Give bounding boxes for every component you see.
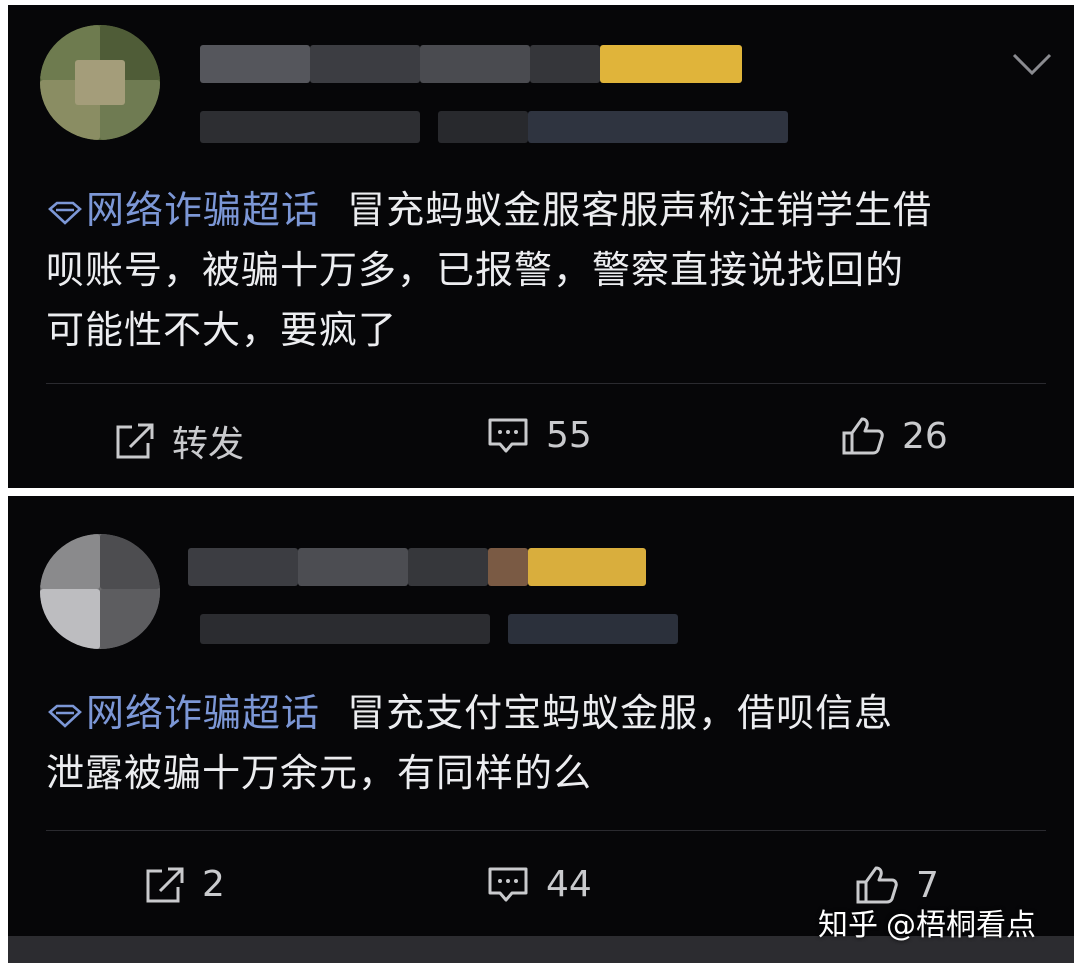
weibo-post-2: 网络诈骗超话 冒充支付宝蚂蚁金服，借呗信息 泄露被骗十万余元，有同样的么 2 4… [8,496,1074,936]
repost-button[interactable]: 转发 [112,415,244,467]
post-text-line: 泄露被骗十万余元，有同样的么 [46,751,593,795]
avatar[interactable] [40,534,160,649]
avatar[interactable] [40,25,160,140]
watermark-site: 知乎 [818,908,878,943]
comment-count: 55 [546,415,592,456]
post-text-line: 冒充支付宝蚂蚁金服，借呗信息 [347,691,894,735]
weibo-post-1: 网络诈骗超话 冒充蚂蚁金服客服声称注销学生借 呗账号，被骗十万多，已报警，警察直… [8,5,1074,488]
thumbs-up-icon [842,417,884,455]
comment-button[interactable]: 55 [486,415,592,456]
repost-count: 2 [202,864,225,905]
comment-count: 44 [546,864,592,905]
repost-label: 转发 [172,424,245,465]
post-content: 网络诈骗超话 冒充蚂蚁金服客服声称注销学生借 呗账号，被骗十万多，已报警，警察直… [46,180,1046,360]
watermark: 知乎 @梧桐看点 [818,900,1036,944]
post-content: 网络诈骗超话 冒充支付宝蚂蚁金服，借呗信息 泄露被骗十万余元，有同样的么 [46,683,1046,803]
watermark-handle: @梧桐看点 [886,908,1036,943]
comment-icon [488,418,528,452]
divider [46,383,1046,384]
divider [46,830,1046,831]
diamond-icon [48,704,82,728]
chevron-down-icon[interactable] [1010,49,1054,79]
diamond-icon [48,201,82,225]
comment-icon [488,867,528,901]
share-icon [116,423,154,459]
topic-label[interactable]: 网络诈骗超话 [86,691,320,735]
topic-link[interactable]: 网络诈骗超话 [46,691,320,735]
share-icon [146,867,184,902]
post-text-line: 呗账号，被骗十万多，已报警，警察直接说找回的 [46,248,905,292]
post-text-line: 可能性不大，要疯了 [46,308,398,352]
like-button[interactable]: 26 [840,415,948,457]
post-text-line: 冒充蚂蚁金服客服声称注销学生借 [347,188,933,232]
repost-button[interactable]: 2 [142,864,225,905]
like-count: 26 [902,415,948,457]
topic-link[interactable]: 网络诈骗超话 [46,188,320,232]
topic-label[interactable]: 网络诈骗超话 [86,188,320,232]
comment-button[interactable]: 44 [486,864,592,905]
